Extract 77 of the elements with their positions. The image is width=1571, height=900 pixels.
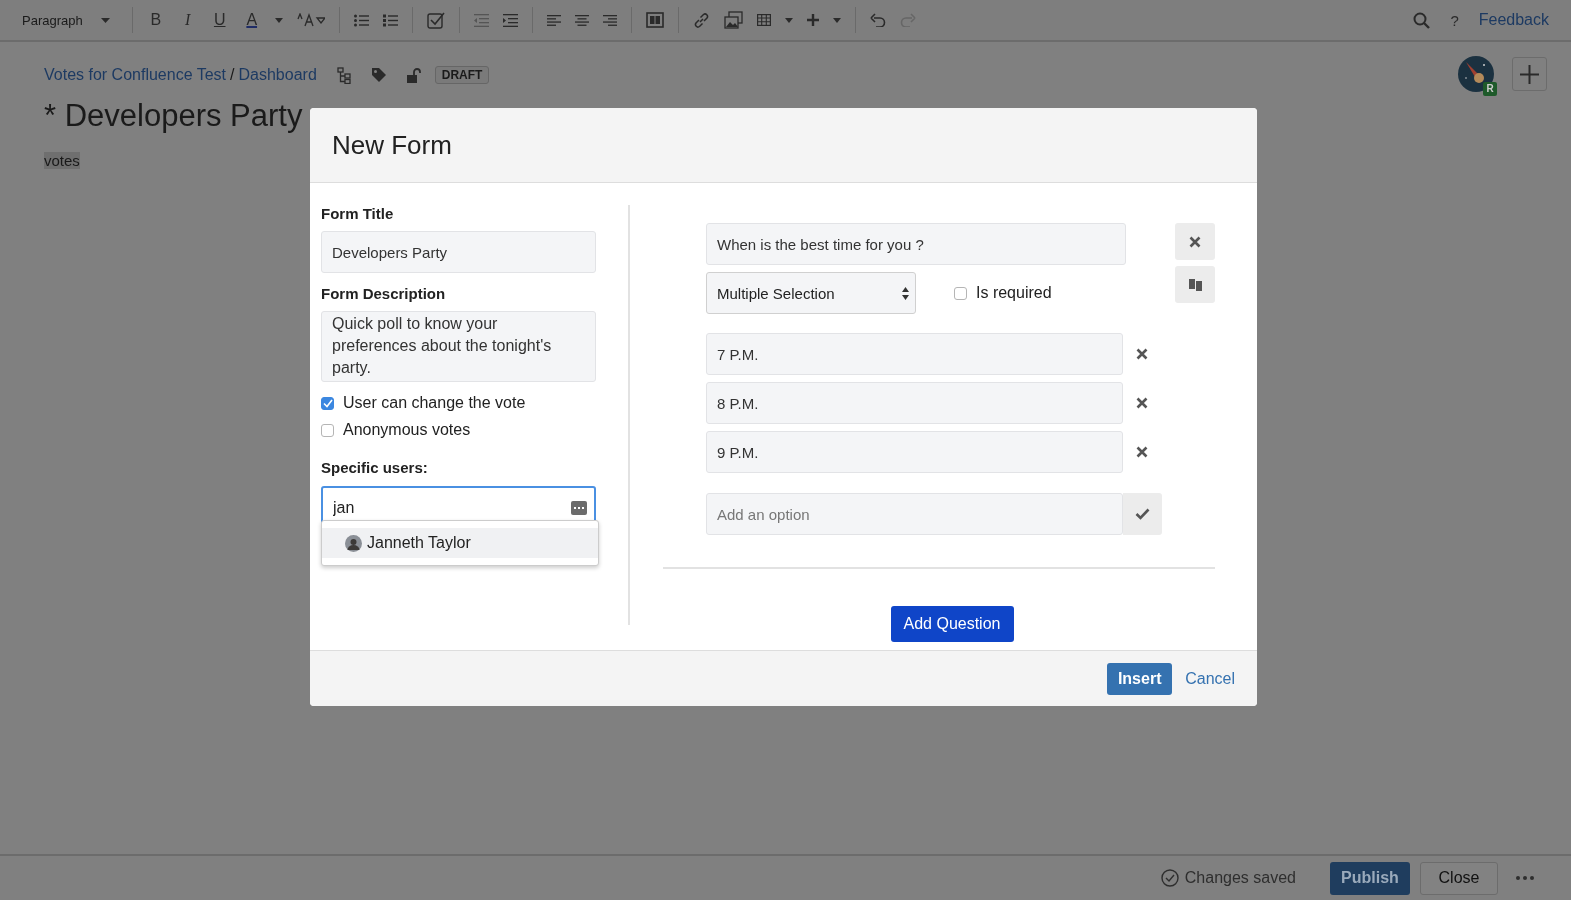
checkbox-label: User can change the vote bbox=[343, 394, 526, 412]
align-center-icon[interactable] bbox=[574, 14, 589, 26]
option-field[interactable]: 9 P.M. bbox=[706, 431, 1123, 473]
remove-option-icon[interactable] bbox=[1136, 348, 1148, 360]
checkbox[interactable] bbox=[321, 396, 334, 410]
text-color-button[interactable]: A bbox=[242, 11, 261, 29]
task-checkbox-icon[interactable] bbox=[426, 11, 445, 29]
help-button[interactable]: ? bbox=[1450, 11, 1459, 29]
layout-columns-icon[interactable] bbox=[645, 12, 664, 28]
form-description-field[interactable]: Quick poll to know your preferences about the tonight's party. bbox=[321, 311, 596, 382]
page-body-text: votes bbox=[44, 152, 80, 169]
paragraph-style-dropdown[interactable]: Paragraph bbox=[14, 12, 118, 28]
tag-icon[interactable] bbox=[370, 67, 387, 83]
bullet-list-icon[interactable] bbox=[353, 13, 369, 27]
align-left-icon[interactable] bbox=[546, 14, 561, 26]
bold-button[interactable]: B bbox=[146, 11, 165, 29]
save-status: Changes saved bbox=[1184, 869, 1296, 887]
form-title-field[interactable]: Developers Party bbox=[321, 231, 596, 273]
remove-option-icon[interactable] bbox=[1136, 446, 1148, 458]
checkbox-label: Anonymous votes bbox=[343, 421, 471, 439]
cancel-link[interactable]: Cancel bbox=[1185, 669, 1235, 688]
search-icon[interactable] bbox=[1413, 11, 1431, 29]
insert-plus-icon[interactable] bbox=[806, 14, 819, 26]
up-down-caret-icon bbox=[902, 286, 909, 300]
remove-option-icon[interactable] bbox=[1136, 397, 1148, 409]
user-suggestion[interactable]: Janneth Taylor bbox=[322, 528, 598, 558]
copy-icon bbox=[1187, 277, 1203, 292]
numbered-list-icon[interactable] bbox=[382, 13, 398, 27]
caret-icon[interactable] bbox=[784, 17, 793, 23]
breadcrumb-link[interactable]: Dashboard bbox=[238, 66, 317, 84]
align-right-icon[interactable] bbox=[602, 14, 617, 26]
question-field[interactable]: When is the best time for you ? bbox=[706, 223, 1126, 265]
add-option-field[interactable]: Add an option bbox=[706, 493, 1123, 535]
option-field[interactable]: 8 P.M. bbox=[706, 382, 1123, 424]
breadcrumb-link[interactable]: Votes for Confluence Test bbox=[44, 66, 227, 84]
check-circle-icon bbox=[1160, 869, 1179, 887]
link-icon[interactable] bbox=[692, 11, 710, 29]
underline-button[interactable]: U bbox=[210, 11, 229, 29]
create-button[interactable] bbox=[1512, 57, 1547, 91]
option-field[interactable]: 7 P.M. bbox=[706, 333, 1123, 375]
more-options-icon[interactable] bbox=[1516, 876, 1534, 880]
confirm-option-button[interactable] bbox=[1123, 493, 1162, 535]
avatar-icon bbox=[345, 534, 362, 552]
indent-icon[interactable] bbox=[502, 13, 518, 27]
field-label: Specific users: bbox=[321, 459, 429, 476]
field-label: Form Description bbox=[321, 285, 447, 302]
caret-icon[interactable] bbox=[274, 17, 283, 23]
caret-icon bbox=[100, 17, 110, 23]
close-icon bbox=[1189, 235, 1201, 248]
close-button[interactable]: Close bbox=[1420, 861, 1498, 895]
page-title: * Developers Party bbox=[44, 98, 304, 134]
insert-button[interactable]: Insert bbox=[1107, 662, 1173, 695]
checkbox-label: Is required bbox=[976, 284, 1052, 302]
dialog-title: New Form bbox=[332, 129, 452, 161]
undo-icon[interactable] bbox=[869, 13, 886, 27]
question-type-select[interactable]: Multiple Selection bbox=[706, 272, 916, 314]
duplicate-question-button[interactable] bbox=[1175, 266, 1215, 303]
unlocked-padlock-icon[interactable] bbox=[406, 67, 421, 83]
checkmark-icon bbox=[1135, 508, 1150, 520]
checkbox[interactable] bbox=[321, 423, 334, 437]
add-question-button[interactable]: Add Question bbox=[890, 606, 1014, 642]
page-tree-icon[interactable] bbox=[336, 66, 351, 84]
avatar-badge: R bbox=[1483, 82, 1497, 96]
plus-icon bbox=[1520, 64, 1539, 84]
italic-button[interactable]: I bbox=[178, 11, 197, 29]
font-size-icon[interactable] bbox=[296, 13, 325, 27]
feedback-link[interactable]: Feedback bbox=[1478, 11, 1549, 29]
breadcrumb-separator: / bbox=[230, 66, 235, 84]
publish-button[interactable]: Publish bbox=[1330, 861, 1410, 895]
draft-badge: DRAFT bbox=[434, 66, 490, 84]
delete-question-button[interactable] bbox=[1175, 223, 1215, 260]
checkbox[interactable] bbox=[954, 286, 967, 300]
field-label: Form Title bbox=[321, 205, 395, 222]
more-icon[interactable] bbox=[571, 501, 587, 515]
table-icon[interactable] bbox=[756, 14, 771, 26]
image-gallery-icon[interactable] bbox=[723, 11, 743, 29]
caret-icon[interactable] bbox=[832, 17, 841, 23]
